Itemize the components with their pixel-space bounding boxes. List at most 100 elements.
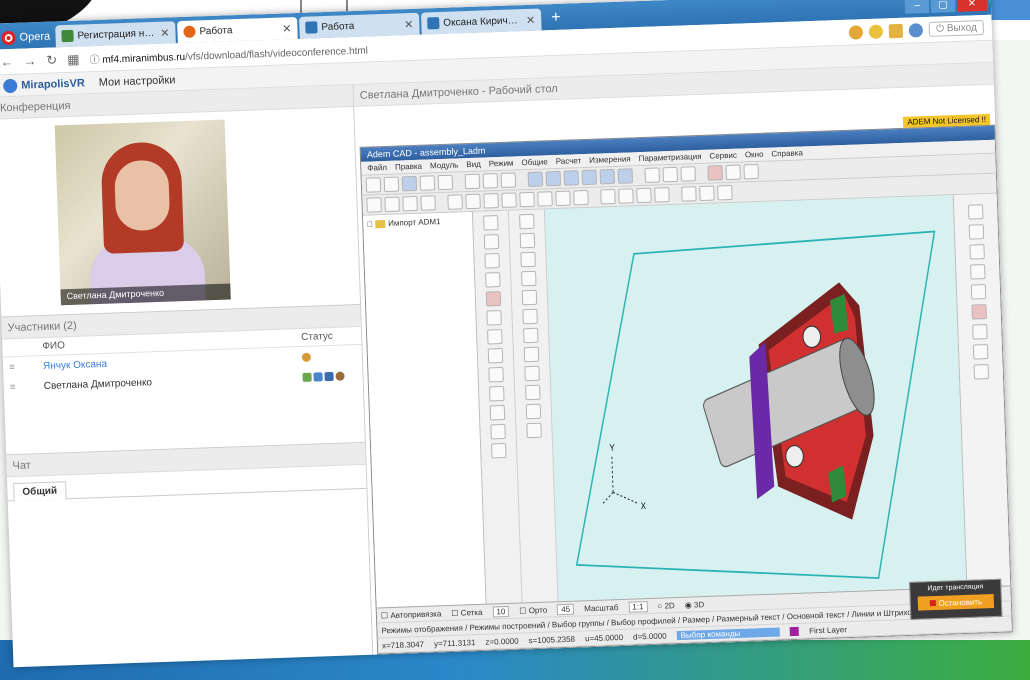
cad-menu-item[interactable]: Модуль bbox=[430, 160, 459, 170]
ortho-toggle[interactable]: ☐ Орто bbox=[519, 605, 547, 615]
mode-3d-radio[interactable]: ◉ 3D bbox=[685, 600, 705, 610]
arc-icon[interactable] bbox=[501, 192, 517, 208]
tool-icon[interactable] bbox=[972, 344, 989, 360]
print-icon[interactable] bbox=[419, 175, 436, 191]
transform-icon[interactable] bbox=[699, 185, 715, 202]
cad-menu-item[interactable]: Параметризация bbox=[638, 152, 701, 163]
cad-menu-item[interactable]: Сервис bbox=[709, 151, 737, 161]
save-icon[interactable] bbox=[401, 175, 418, 192]
zoom-icon[interactable] bbox=[644, 167, 661, 183]
minimize-button[interactable]: – bbox=[904, 0, 930, 14]
rectangle-icon[interactable] bbox=[465, 193, 481, 210]
snap-toggle[interactable]: ☐ Автопривязка bbox=[381, 609, 442, 620]
drag-handle-icon[interactable]: ≡ bbox=[3, 361, 43, 373]
tool-icon[interactable] bbox=[384, 196, 400, 213]
tool-icon[interactable] bbox=[488, 366, 504, 383]
camera-icon[interactable] bbox=[313, 371, 323, 382]
tool-icon[interactable] bbox=[526, 422, 542, 439]
tool-icon[interactable] bbox=[402, 195, 418, 212]
tool-icon[interactable] bbox=[366, 197, 382, 213]
tool-icon[interactable] bbox=[967, 204, 984, 220]
tool-icon[interactable] bbox=[969, 244, 985, 260]
extension-icon[interactable] bbox=[849, 24, 864, 40]
drag-handle-icon[interactable]: ≡ bbox=[4, 381, 44, 393]
grid-toggle[interactable]: ☐ Сетка bbox=[451, 607, 482, 617]
tool-icon[interactable] bbox=[519, 232, 536, 249]
render-icon[interactable] bbox=[743, 163, 759, 180]
tool-icon[interactable] bbox=[487, 328, 503, 345]
zoom-icon[interactable] bbox=[662, 166, 679, 183]
tool-icon[interactable] bbox=[972, 324, 988, 340]
cad-menu-item[interactable]: Файл bbox=[367, 163, 387, 173]
back-arrow-icon[interactable]: ← bbox=[0, 54, 14, 69]
view-icon[interactable] bbox=[581, 169, 598, 186]
close-window-button[interactable]: ✕ bbox=[956, 0, 988, 12]
microphone-icon[interactable] bbox=[302, 372, 312, 382]
tool-icon[interactable] bbox=[968, 224, 985, 240]
tool-icon[interactable] bbox=[485, 291, 502, 307]
render-icon[interactable] bbox=[725, 164, 741, 181]
browser-tab[interactable]: Работа ✕ bbox=[299, 12, 420, 39]
view-icon[interactable] bbox=[563, 170, 580, 186]
tool-icon[interactable] bbox=[490, 423, 506, 440]
grid-value-select[interactable]: 10 bbox=[492, 605, 510, 618]
browser-tab[interactable]: Регистрация на онлайн-ко ✕ bbox=[55, 21, 176, 48]
text-icon[interactable] bbox=[600, 188, 616, 205]
tree-item[interactable]: □ Импорт ADM1 bbox=[367, 216, 468, 229]
scale-select[interactable]: 1:1 bbox=[628, 600, 648, 613]
tab-close-icon[interactable]: ✕ bbox=[526, 13, 536, 26]
cad-3d-viewport[interactable]: Y X bbox=[544, 195, 967, 602]
zoom-icon[interactable] bbox=[680, 166, 696, 182]
cad-menu-item[interactable]: Общие bbox=[521, 157, 548, 167]
undo-icon[interactable] bbox=[482, 173, 499, 189]
tool-icon[interactable] bbox=[971, 304, 987, 320]
tool-icon[interactable] bbox=[522, 308, 538, 325]
cad-menu-item[interactable]: Правка bbox=[395, 162, 422, 172]
reload-icon[interactable]: ↻ bbox=[46, 52, 57, 68]
transform-icon[interactable] bbox=[717, 184, 733, 201]
opera-menu-button[interactable]: Opera bbox=[0, 25, 56, 49]
tool-icon[interactable] bbox=[483, 234, 500, 250]
tool-icon[interactable] bbox=[420, 195, 436, 211]
tab-close-icon[interactable]: ✕ bbox=[160, 26, 170, 39]
copy-icon[interactable] bbox=[437, 174, 454, 191]
tool-icon[interactable] bbox=[973, 364, 990, 380]
browser-tab[interactable]: Оксана Кириченко ✕ bbox=[420, 8, 542, 35]
cad-menu-item[interactable]: Измерения bbox=[589, 154, 631, 164]
chat-tab-general[interactable]: Общий bbox=[13, 481, 67, 502]
view-icon[interactable] bbox=[527, 171, 544, 188]
tool-icon[interactable] bbox=[525, 384, 541, 401]
expand-icon[interactable]: □ bbox=[367, 219, 372, 228]
screen-share-icon[interactable] bbox=[324, 371, 334, 381]
cad-menu-item[interactable]: Справка bbox=[771, 148, 803, 158]
view-icon[interactable] bbox=[599, 168, 616, 185]
tool-icon[interactable] bbox=[523, 346, 540, 363]
tool-icon[interactable] bbox=[521, 289, 538, 306]
tool-icon[interactable] bbox=[523, 327, 539, 344]
tool-icon[interactable] bbox=[489, 385, 505, 402]
video-feed[interactable]: Светлана Дмитроченко bbox=[54, 119, 231, 306]
tool-icon[interactable] bbox=[525, 403, 542, 420]
user-icon[interactable] bbox=[908, 22, 924, 38]
tab-close-icon[interactable]: ✕ bbox=[404, 17, 414, 30]
cad-menu-item[interactable]: Расчет bbox=[556, 156, 582, 166]
ortho-value-select[interactable]: 45 bbox=[557, 603, 575, 615]
cad-menu-item[interactable]: Окно bbox=[745, 150, 764, 160]
cad-menu-item[interactable]: Режим bbox=[489, 159, 514, 169]
tool-icon[interactable] bbox=[487, 347, 504, 364]
tool-icon[interactable] bbox=[486, 310, 502, 326]
polygon-icon[interactable] bbox=[537, 191, 553, 207]
dimension-icon[interactable] bbox=[636, 187, 652, 204]
view-icon[interactable] bbox=[545, 170, 562, 187]
new-file-icon[interactable] bbox=[365, 177, 382, 193]
render-icon[interactable] bbox=[707, 165, 723, 181]
tool-icon[interactable] bbox=[485, 272, 501, 288]
layer-name[interactable]: First Layer bbox=[809, 625, 847, 635]
view-icon[interactable] bbox=[617, 168, 634, 184]
brand-logo[interactable]: MirapolisVR bbox=[2, 76, 85, 93]
mode-2d-radio[interactable]: ○ 2D bbox=[657, 601, 675, 611]
pencil-icon[interactable] bbox=[464, 173, 481, 190]
tool-icon[interactable] bbox=[970, 284, 987, 300]
tool-icon[interactable] bbox=[520, 251, 536, 268]
browser-tab-active[interactable]: Работа ✕ bbox=[177, 16, 298, 44]
